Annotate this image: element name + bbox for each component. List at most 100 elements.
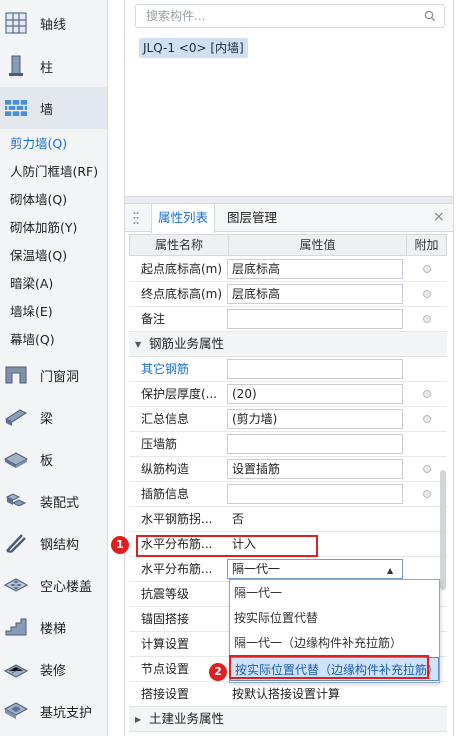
group-civil-properties[interactable]: ▶ 土建业务属性 xyxy=(129,707,447,732)
extra-checkbox[interactable] xyxy=(423,390,431,398)
table-row: 纵筋构造 设置插筋 xyxy=(129,457,447,482)
table-row: 备注 xyxy=(129,307,447,332)
sub-item-shear-wall[interactable]: 剪力墙(Q) xyxy=(0,130,107,158)
property-name: 插筋信息 xyxy=(141,487,190,501)
member-list: JLQ-1 <0> [内墙] xyxy=(125,0,453,196)
property-name: 起点底标高(m) xyxy=(141,262,223,276)
property-value[interactable]: 层底标高 xyxy=(227,259,403,279)
sidebar-item-stair[interactable]: 楼梯 xyxy=(0,606,107,648)
slab-icon xyxy=(4,447,28,471)
extra-checkbox[interactable] xyxy=(423,490,431,498)
property-value[interactable]: 否 xyxy=(227,509,403,529)
property-value[interactable]: (剪力墙) xyxy=(227,409,403,429)
sidebar-item-door-window[interactable]: 门窗洞 xyxy=(0,354,107,396)
sub-item-hidden-beam[interactable]: 暗梁(A) xyxy=(0,270,107,298)
column-icon xyxy=(4,54,28,78)
extra-checkbox[interactable] xyxy=(423,465,431,473)
table-row: 终点底标高(m) 层底标高 xyxy=(129,282,447,307)
replace-mode-select[interactable]: 隔一代一 xyxy=(227,559,403,579)
sidebar-item-label: 装修 xyxy=(40,663,67,679)
dropdown-option[interactable]: 按实际位置代替 xyxy=(230,606,439,630)
vertical-scrollbar[interactable] xyxy=(440,470,446,590)
sidebar-item-beam[interactable]: 梁 xyxy=(0,396,107,438)
wall-icon xyxy=(4,96,28,120)
extra-checkbox[interactable] xyxy=(423,315,431,323)
sidebar-item-label: 梁 xyxy=(40,411,54,427)
property-name: 压墙筋 xyxy=(141,437,178,451)
search-icon[interactable] xyxy=(424,10,436,22)
sidebar-item-foundation-pit[interactable]: 基坑支护 xyxy=(0,690,107,732)
close-icon[interactable]: × xyxy=(433,210,445,224)
property-value[interactable] xyxy=(227,309,403,329)
property-name: 备注 xyxy=(141,312,166,326)
sidebar-item-prefab[interactable]: 装配式 xyxy=(0,480,107,522)
sidebar-item-hollow-floor[interactable]: 空心楼盖 xyxy=(0,564,107,606)
expand-triangle-icon[interactable]: ▶ xyxy=(135,715,141,724)
search-box[interactable] xyxy=(135,4,445,28)
property-value[interactable] xyxy=(227,434,403,454)
drag-grip-icon[interactable] xyxy=(133,211,139,225)
extra-checkbox[interactable] xyxy=(423,415,431,423)
sidebar-item-axis[interactable]: 轴线 xyxy=(0,2,107,44)
sidebar-item-label: 门窗洞 xyxy=(40,369,80,385)
sidebar-item-decoration[interactable]: 装修 xyxy=(0,648,107,690)
header-value: 属性值 xyxy=(228,235,406,255)
property-name-link[interactable]: 其它钢筋 xyxy=(141,357,229,381)
sidebar-item-wall[interactable]: 墙 xyxy=(0,87,107,129)
panel-splitter[interactable] xyxy=(125,196,453,204)
sidebar-item-label: 墙 xyxy=(40,102,54,118)
sub-item-insulation-wall[interactable]: 保温墙(Q) xyxy=(0,242,107,270)
property-value[interactable]: 层底标高 xyxy=(227,284,403,304)
sidebar-item-label: 装配式 xyxy=(40,495,80,511)
dropdown-option[interactable]: 隔一代一（边缘构件补充拉筋） xyxy=(230,631,439,655)
stair-icon xyxy=(4,615,28,639)
property-name: 汇总信息 xyxy=(141,412,190,426)
property-value[interactable] xyxy=(227,484,403,504)
collapse-triangle-icon[interactable]: ▼ xyxy=(135,340,141,349)
hollow-floor-icon xyxy=(4,573,28,597)
sidebar-item-steel-structure[interactable]: 钢结构 xyxy=(0,522,107,564)
header-name: 属性名称 xyxy=(154,238,203,252)
property-name: 计算设置 xyxy=(141,637,190,651)
property-value[interactable]: (20) xyxy=(227,384,403,404)
callout-badge-2: 2 xyxy=(209,663,227,681)
prefab-icon xyxy=(4,489,28,513)
property-value[interactable]: 按默认搭接设置计算 xyxy=(227,684,403,704)
property-name: 保护层厚度(... xyxy=(141,387,218,401)
sidebar-item-label: 空心楼盖 xyxy=(40,579,93,595)
sidebar-item-label: 柱 xyxy=(40,60,54,76)
door-window-icon xyxy=(4,363,28,387)
group-title: 土建业务属性 xyxy=(149,711,225,726)
member-item[interactable]: JLQ-1 <0> [内墙] xyxy=(139,38,248,58)
extra-checkbox[interactable] xyxy=(423,290,431,298)
sidebar-item-slab[interactable]: 板 xyxy=(0,438,107,480)
steel-structure-icon xyxy=(4,531,28,555)
table-row: 保护层厚度(... (20) xyxy=(129,382,447,407)
search-input[interactable] xyxy=(136,5,416,27)
table-row: 压墙筋 xyxy=(129,432,447,457)
callout-box-2 xyxy=(229,655,429,679)
sub-item-masonry-wall[interactable]: 砌体墙(Q) xyxy=(0,186,107,214)
sub-item-civil-defense-door-wall[interactable]: 人防门框墙(RF) xyxy=(0,158,107,186)
tab-property-list[interactable]: 属性列表 xyxy=(151,204,216,233)
sidebar-item-label: 板 xyxy=(40,453,54,469)
sub-item-wall-buttress[interactable]: 墙垛(E) xyxy=(0,298,107,326)
extra-checkbox[interactable] xyxy=(423,265,431,273)
callout-box-1 xyxy=(136,535,318,557)
grid-axis-icon xyxy=(4,11,28,35)
property-value[interactable] xyxy=(227,359,403,379)
group-rebar-properties[interactable]: ▼ 钢筋业务属性 xyxy=(129,332,447,357)
table-row: 水平钢筋拐... 否 xyxy=(129,507,447,532)
dropdown-option[interactable]: 隔一代一 xyxy=(230,581,439,605)
sub-item-curtain-wall[interactable]: 幕墙(Q) xyxy=(0,326,107,354)
property-name: 水平钢筋拐... xyxy=(141,512,213,526)
property-value[interactable]: 设置插筋 xyxy=(227,459,403,479)
dropdown-arrow-icon[interactable]: ▲ xyxy=(387,566,393,575)
sidebar-item-label: 轴线 xyxy=(40,17,67,33)
sub-item-masonry-reinforcement[interactable]: 砌体加筋(Y) xyxy=(0,214,107,242)
tab-layer-management[interactable]: 图层管理 xyxy=(221,204,283,232)
table-row: 搭接设置 按默认搭接设置计算 xyxy=(129,682,447,707)
property-name: 抗震等级 xyxy=(141,587,190,601)
sidebar-item-column[interactable]: 柱 xyxy=(0,45,107,87)
property-name: 水平分布筋... xyxy=(141,562,213,576)
